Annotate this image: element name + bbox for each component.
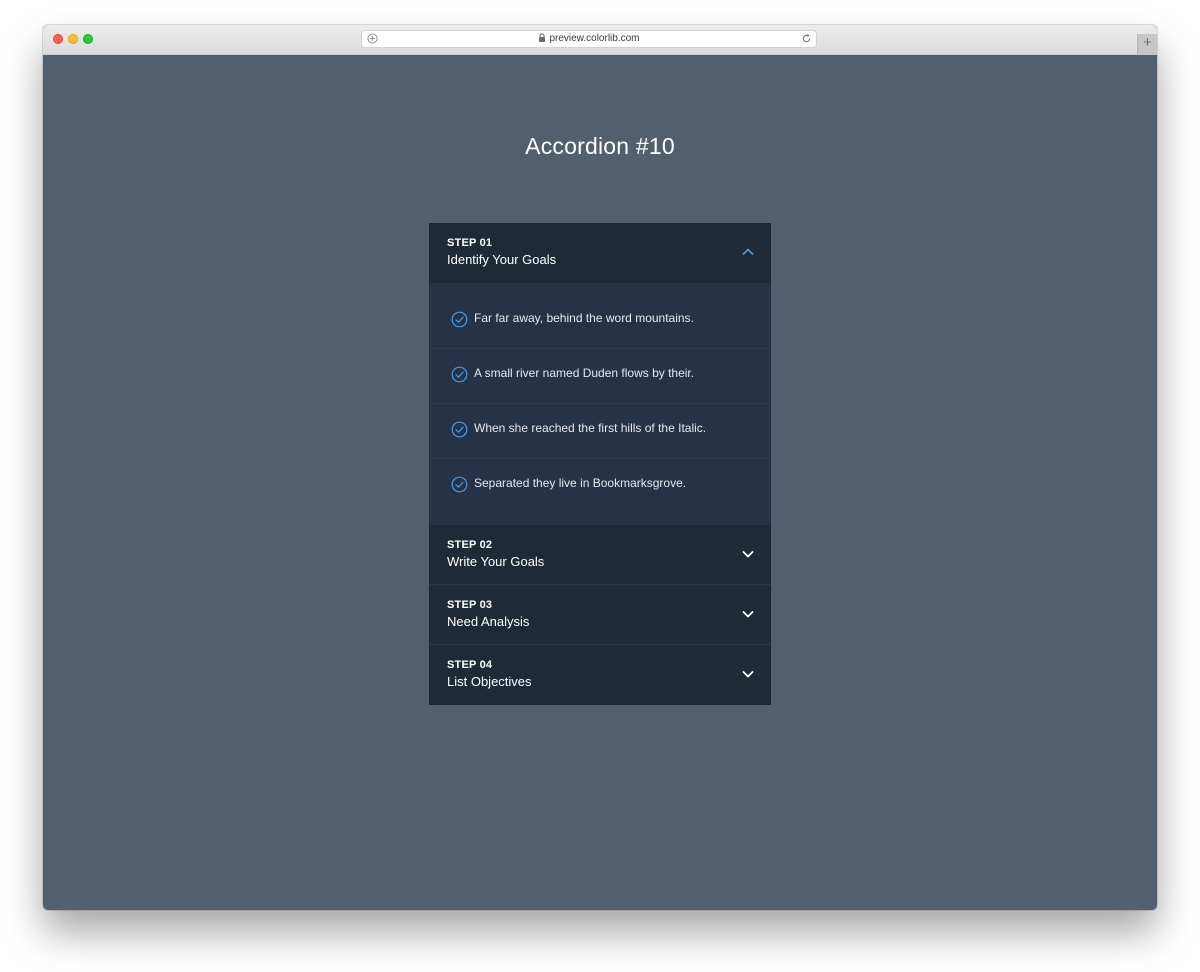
step-label: STEP 02	[447, 539, 493, 551]
check-circle-icon	[451, 476, 468, 493]
list-item: When she reached the first hills of the …	[429, 404, 771, 459]
list-item-text: A small river named Duden flows by their…	[474, 366, 695, 380]
list-item: Far far away, behind the word mountains.	[429, 294, 771, 349]
accordion-header-step-01[interactable]: STEP 01 Identify Your Goals	[429, 223, 771, 283]
step-label: STEP 04	[447, 659, 493, 671]
list-item-text: Far far away, behind the word mountains.	[474, 311, 694, 325]
step-label: STEP 03	[447, 599, 493, 611]
accordion-header-step-02[interactable]: STEP 02 Write Your Goals	[429, 525, 771, 585]
chevron-up-icon[interactable]	[742, 247, 754, 257]
check-circle-icon	[451, 311, 468, 328]
step-label: STEP 01	[447, 237, 493, 249]
address-bar[interactable]: preview.colorlib.com	[361, 30, 817, 48]
check-circle-icon	[451, 366, 468, 383]
chevron-down-icon[interactable]	[742, 609, 754, 619]
browser-titlebar: preview.colorlib.com +	[43, 25, 1157, 55]
list-item: Separated they live in Bookmarksgrove.	[429, 459, 771, 513]
list-item-text: Separated they live in Bookmarksgrove.	[474, 476, 687, 490]
step-title: List Objectives	[447, 674, 532, 689]
browser-window: preview.colorlib.com + Accordion #10 STE…	[43, 25, 1157, 910]
chevron-down-icon[interactable]	[742, 669, 754, 679]
close-window-button[interactable]	[53, 34, 63, 44]
lock-icon	[539, 33, 546, 42]
step-title: Need Analysis	[447, 614, 530, 629]
chevron-down-icon[interactable]	[742, 549, 754, 559]
step-title: Write Your Goals	[447, 554, 545, 569]
list-item-text: When she reached the first hills of the …	[474, 421, 707, 435]
step-title: Identify Your Goals	[447, 252, 557, 267]
reload-icon[interactable]	[801, 33, 812, 44]
accordion-header-step-04[interactable]: STEP 04 List Objectives	[429, 645, 771, 705]
list-item: A small river named Duden flows by their…	[429, 349, 771, 404]
accordion-body-step-01: Far far away, behind the word mountains.…	[429, 283, 771, 525]
accordion: STEP 01 Identify Your Goals Far far away…	[429, 223, 771, 705]
new-tab-button[interactable]: +	[1137, 34, 1157, 54]
minimize-window-button[interactable]	[68, 34, 78, 44]
maximize-window-button[interactable]	[83, 34, 93, 44]
accordion-header-step-03[interactable]: STEP 03 Need Analysis	[429, 585, 771, 645]
page-title: Accordion #10	[525, 133, 675, 159]
check-circle-icon	[451, 421, 468, 438]
url-display: preview.colorlib.com	[362, 31, 816, 47]
url-text: preview.colorlib.com	[549, 33, 640, 44]
